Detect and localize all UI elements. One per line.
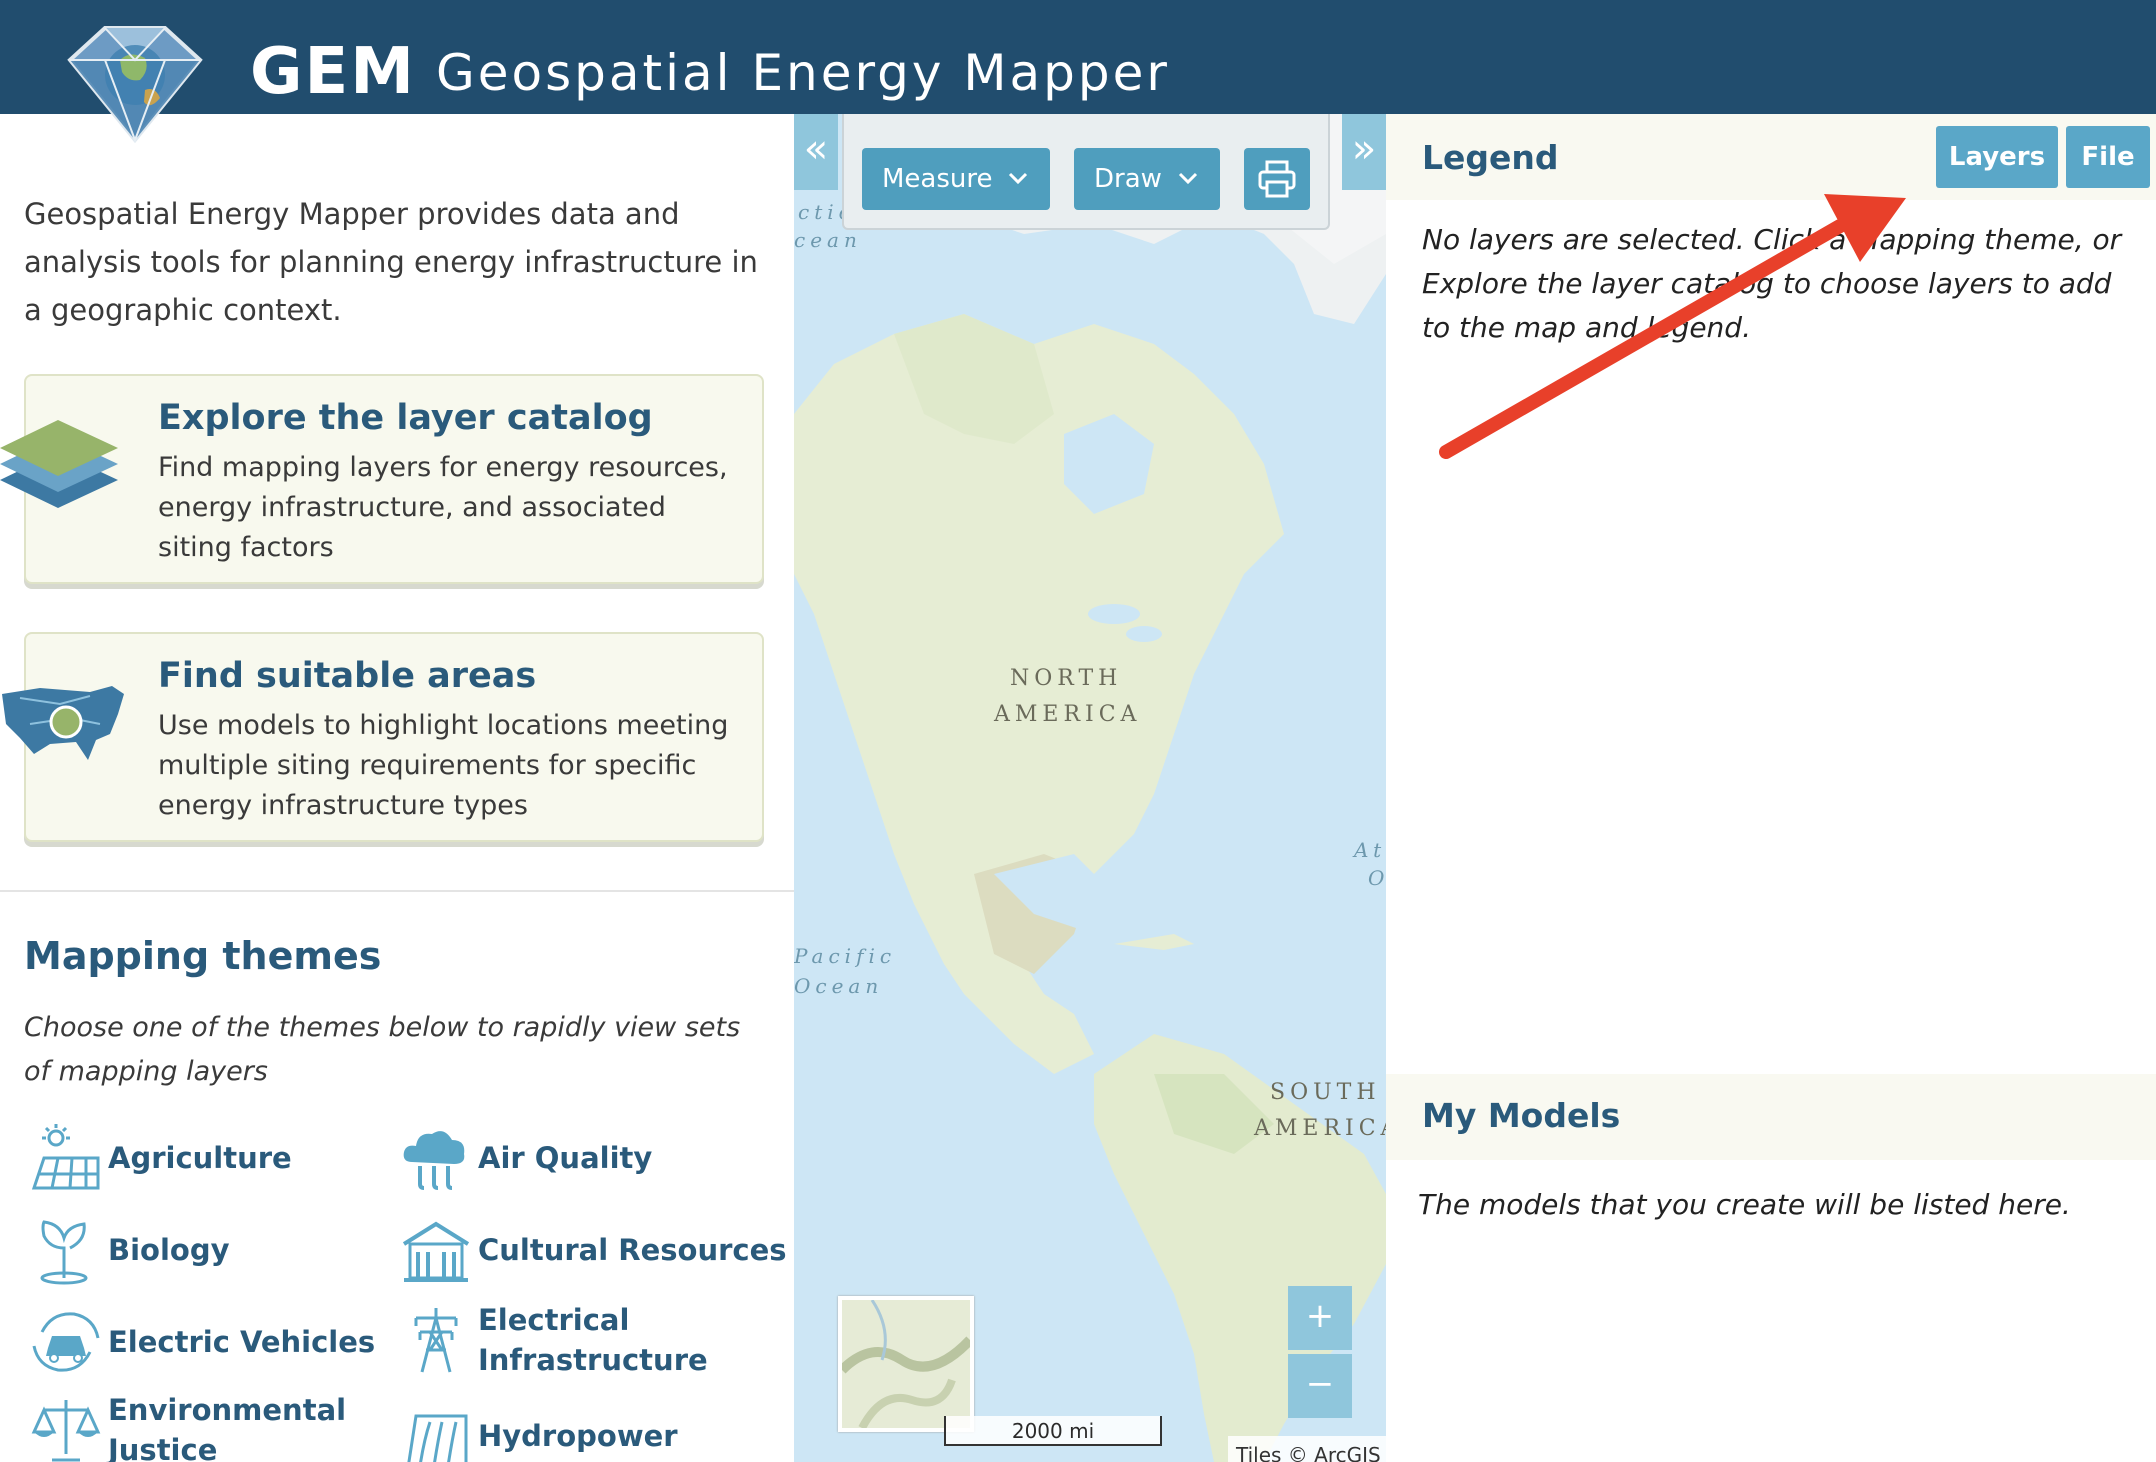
theme-label[interactable]: Environmental Justice: [108, 1390, 346, 1462]
right-panel: Legend Layers File No layers are selecte…: [1386, 114, 2156, 1462]
theme-environmental-justice[interactable]: Environmental Justice: [30, 1390, 346, 1462]
theme-electric-vehicles[interactable]: Electric Vehicles: [30, 1306, 375, 1378]
zoom-in-button[interactable]: +: [1288, 1286, 1352, 1350]
draw-label: Draw: [1094, 164, 1162, 194]
legend-empty-message: No layers are selected. Click a Mapping …: [1422, 223, 2122, 344]
layers-button[interactable]: Layers: [1936, 126, 2058, 188]
suitable-areas-card[interactable]: Find suitable areas Use models to highli…: [2, 632, 764, 842]
theme-biology[interactable]: Biology: [30, 1214, 230, 1286]
measure-dropdown[interactable]: Measure: [862, 148, 1050, 210]
overview-map-terrain: [838, 1299, 974, 1430]
theme-cultural-resources[interactable]: Cultural Resources: [400, 1214, 787, 1286]
section-divider: [0, 890, 794, 892]
south-america-label-1: SOUTH: [1270, 1080, 1381, 1105]
suitable-areas-description: Use models to highlight locations meetin…: [158, 710, 729, 821]
map-attribution[interactable]: Tiles © ArcGIS: [1228, 1436, 1386, 1462]
map-view[interactable]: « » Measure Draw ctic cean NORTH AMERICA…: [794, 114, 1386, 1462]
arctic-ocean-label-2: cean: [794, 228, 862, 252]
layers-icon: [0, 420, 118, 508]
theme-label[interactable]: Agriculture: [108, 1138, 292, 1178]
north-america-label-1: NORTH: [1010, 666, 1123, 691]
app-header: GEM Geospatial Energy Mapper: [0, 0, 2156, 114]
chevron-down-icon: [1178, 172, 1198, 185]
legend-title: Legend: [1422, 138, 1559, 177]
theme-label[interactable]: Air Quality: [478, 1138, 652, 1178]
cultural-resources-icon: [402, 1221, 470, 1282]
biology-icon: [40, 1220, 88, 1285]
draw-dropdown[interactable]: Draw: [1074, 148, 1220, 210]
my-models-title: My Models: [1422, 1096, 1621, 1135]
collapse-right-button[interactable]: »: [1342, 114, 1386, 190]
chevron-down-icon: [1008, 172, 1028, 185]
theme-label[interactable]: Cultural Resources: [478, 1230, 787, 1270]
electrical-infrastructure-icon: [414, 1308, 458, 1373]
map-toolbar: Measure Draw: [842, 114, 1330, 230]
south-america-label-2: AMERICA: [1254, 1116, 1386, 1141]
zoom-out-button[interactable]: −: [1288, 1354, 1352, 1418]
electric-vehicles-icon: [32, 1312, 100, 1372]
theme-air-quality[interactable]: Air Quality: [400, 1122, 652, 1194]
environmental-justice-icon: [31, 1400, 101, 1462]
suitable-areas-title[interactable]: Find suitable areas: [158, 656, 536, 696]
theme-electrical-infrastructure[interactable]: Electrical Infrastructure: [400, 1300, 708, 1380]
overview-map[interactable]: [838, 1296, 974, 1432]
north-america-label-2: AMERICA: [994, 702, 1142, 727]
atlantic-ocean-label-2: O: [1368, 866, 1386, 890]
agriculture-icon: [31, 1124, 100, 1190]
air-quality-icon: [403, 1131, 465, 1190]
layer-catalog-description: Find mapping layers for energy resources…: [158, 452, 728, 563]
us-map-icon: [2, 686, 124, 760]
layer-catalog-title[interactable]: Explore the layer catalog: [158, 398, 653, 438]
pacific-ocean-label-2: Ocean: [794, 974, 884, 998]
mapping-themes-title: Mapping themes: [24, 934, 382, 978]
scale-bar: 2000 mi: [944, 1416, 1162, 1446]
theme-hydropower[interactable]: Hydropower: [400, 1400, 678, 1462]
brand-subtitle: Geospatial Energy Mapper: [436, 44, 1170, 102]
theme-label[interactable]: Hydropower: [478, 1416, 678, 1456]
atlantic-ocean-label-1: At: [1354, 838, 1386, 862]
left-panel: Geospatial Energy Mapper provides data a…: [0, 114, 794, 1462]
hydropower-icon: [407, 1414, 468, 1462]
brand-name[interactable]: GEM: [250, 32, 416, 112]
collapse-left-button[interactable]: «: [794, 114, 838, 190]
measure-label: Measure: [882, 164, 993, 194]
mapping-themes-hint: Choose one of the themes below to rapidl…: [24, 1012, 741, 1087]
print-icon: [1258, 160, 1296, 198]
theme-label[interactable]: Electrical Infrastructure: [478, 1300, 708, 1380]
pacific-ocean-label-1: Pacific: [794, 944, 897, 968]
theme-label[interactable]: Electric Vehicles: [108, 1322, 375, 1362]
intro-text: Geospatial Energy Mapper provides data a…: [24, 197, 758, 327]
layer-catalog-card[interactable]: Explore the layer catalog Find mapping l…: [0, 374, 764, 584]
basemap[interactable]: [794, 114, 1386, 1462]
file-button[interactable]: File: [2066, 126, 2150, 188]
my-models-message: The models that you create will be liste…: [1418, 1188, 2071, 1221]
theme-label[interactable]: Biology: [108, 1230, 230, 1270]
gem-logo-icon[interactable]: [50, 20, 220, 160]
print-button[interactable]: [1244, 148, 1310, 210]
theme-agriculture[interactable]: Agriculture: [30, 1122, 292, 1194]
